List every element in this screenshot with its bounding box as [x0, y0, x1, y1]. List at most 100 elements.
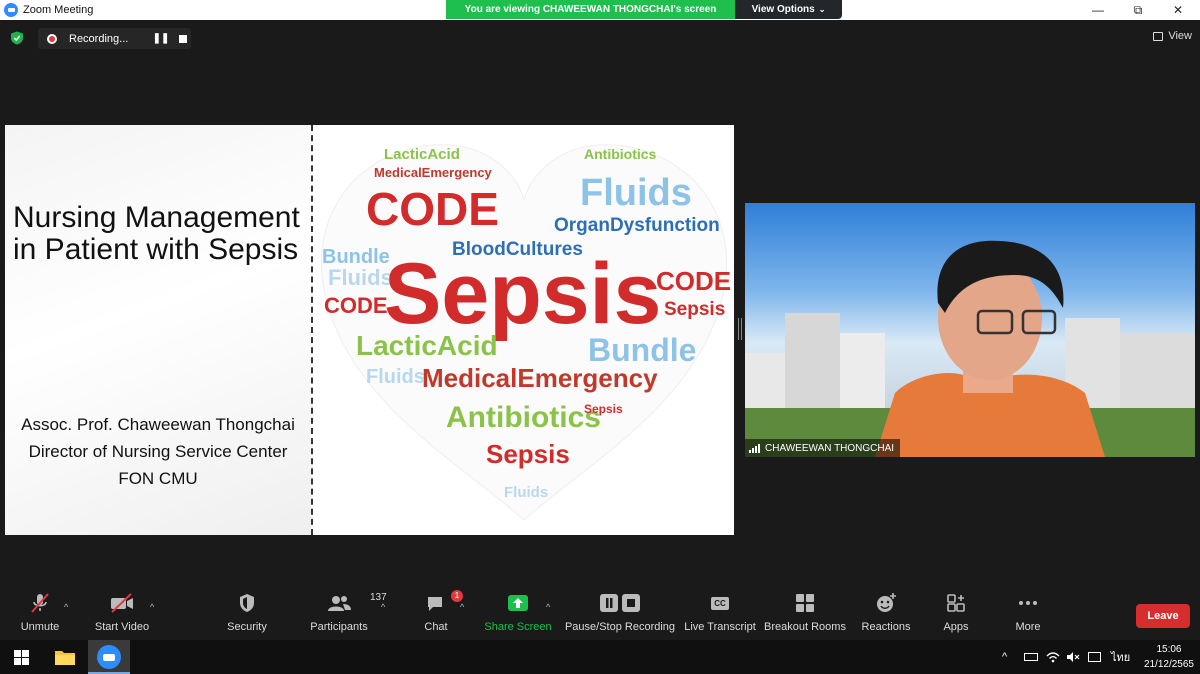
word-fluids-mid: Fluids — [366, 366, 425, 388]
minimize-icon: — — [1092, 3, 1104, 17]
chat-caret-icon[interactable]: ^ — [460, 602, 464, 612]
viewing-screen-label: You are viewing CHAWEEWAN THONGCHAI's sc… — [446, 0, 735, 19]
pause-recording-icon[interactable]: ❚❚ — [151, 33, 171, 44]
stop-recording-icon[interactable] — [179, 34, 187, 43]
speaker-name-tag: CHAWEEWAN THONGCHAI — [745, 439, 901, 457]
word-medical-small: MedicalEmergency — [374, 165, 493, 180]
speaker-video-frame — [745, 240, 1195, 457]
word-sepsis-right: Sepsis — [664, 299, 725, 320]
word-lactic-small: LacticAcid — [384, 146, 460, 163]
recording-indicator: Recording... ❚❚ — [38, 28, 191, 49]
panel-resize-handle[interactable] — [738, 318, 742, 340]
more-dots-icon — [1017, 590, 1039, 616]
chat-bubble-icon: 1 — [425, 590, 463, 616]
view-options-label: View Options — [751, 4, 815, 15]
apps-button[interactable]: Apps — [936, 590, 976, 638]
encryption-shield-icon[interactable] — [10, 31, 24, 45]
leave-button[interactable]: Leave — [1136, 604, 1190, 628]
battery-icon[interactable] — [1024, 640, 1038, 674]
microphone-muted-icon — [29, 590, 51, 616]
share-screen-icon — [507, 590, 529, 616]
reactions-button[interactable]: Reactions — [860, 590, 912, 638]
view-layout-icon — [1153, 31, 1164, 41]
zoom-taskbar-app[interactable] — [88, 640, 130, 674]
unmute-label: Unmute — [20, 621, 60, 633]
unmute-button[interactable]: Unmute — [18, 590, 62, 638]
word-sepsis-main: Sepsis — [384, 246, 661, 342]
share-caret-icon[interactable]: ^ — [546, 602, 550, 612]
volume-muted-icon[interactable] — [1066, 640, 1080, 674]
chevron-down-icon: ⌄ — [818, 5, 826, 14]
clock-time: 15:06 — [1156, 644, 1182, 655]
breakout-rooms-button[interactable]: Breakout Rooms — [764, 590, 846, 638]
participants-button[interactable]: 137 Participants — [308, 590, 387, 638]
view-button[interactable]: View — [1153, 30, 1192, 42]
pause-stop-icon — [598, 590, 642, 616]
zoom-app-icon — [97, 645, 121, 669]
speaker-name: CHAWEEWAN THONGCHAI — [765, 442, 895, 454]
reactions-smiley-icon — [875, 590, 897, 616]
author-institution: FON CMU — [118, 469, 198, 488]
view-button-label: View — [1168, 30, 1192, 42]
windows-start-icon[interactable] — [14, 650, 29, 665]
slide-divider — [311, 125, 313, 535]
word-sepsis-tiny: Sepsis — [584, 402, 623, 416]
breakout-rooms-icon — [794, 590, 816, 616]
share-screen-button[interactable]: Share Screen — [484, 590, 552, 638]
recording-dot-icon — [47, 33, 57, 44]
chat-button[interactable]: 1 Chat — [414, 590, 463, 638]
pause-stop-recording-button[interactable]: Pause/Stop Recording — [565, 590, 675, 638]
slide-title: Nursing Management in Patient with Sepsi… — [13, 201, 300, 266]
live-transcript-label: Live Transcript — [684, 621, 756, 633]
more-button[interactable]: More — [1006, 590, 1050, 638]
system-clock[interactable]: 15:06 21/12/2565 — [1144, 642, 1194, 672]
shared-screen: Nursing Management in Patient with Sepsi… — [5, 125, 734, 535]
word-code-right: CODE — [656, 266, 731, 296]
participants-caret-icon[interactable]: ^ — [381, 602, 385, 612]
restore-button[interactable]: ⧉ — [1116, 0, 1160, 20]
word-antibiotics-small: Antibiotics — [584, 146, 657, 162]
file-explorer-icon[interactable] — [54, 648, 76, 666]
input-language[interactable]: ไทย — [1111, 640, 1130, 674]
audio-options-caret-icon[interactable]: ^ — [64, 602, 68, 612]
recording-label: Recording... — [69, 32, 129, 45]
screen-share-banner: You are viewing CHAWEEWAN THONGCHAI's sc… — [446, 0, 842, 19]
wifi-icon[interactable] — [1046, 640, 1060, 674]
reactions-label: Reactions — [861, 621, 911, 633]
video-off-icon — [109, 590, 135, 616]
minimize-button[interactable]: — — [1076, 0, 1120, 20]
word-lactic-large: LacticAcid — [356, 330, 498, 361]
author-name: Assoc. Prof. Chaweewan Thongchai — [21, 415, 295, 434]
speaker-video[interactable]: CHAWEEWAN THONGCHAI — [745, 203, 1195, 457]
more-label: More — [1015, 621, 1041, 633]
word-medical-large: MedicalEmergency — [422, 363, 658, 393]
word-antibiotics-large: Antibiotics — [446, 401, 601, 434]
window-title: Zoom Meeting — [23, 4, 94, 16]
sepsis-heart-word-cloud: CODE Fluids Antibiotics LacticAcid Medic… — [320, 144, 731, 521]
author-position: Director of Nursing Service Center — [28, 442, 288, 461]
apps-icon — [945, 590, 967, 616]
signal-strength-icon — [749, 443, 760, 453]
chat-label: Chat — [424, 621, 448, 633]
word-fluids-large: Fluids — [580, 172, 692, 214]
clock-date: 21/12/2565 — [1143, 659, 1194, 670]
security-shield-icon — [237, 590, 257, 616]
participants-label: Participants — [310, 621, 368, 633]
windows-taskbar: ^ ไทย 15:06 21/12/2565 — [0, 640, 1200, 674]
participants-icon: 137 — [326, 590, 387, 616]
tray-show-hidden-icon[interactable]: ^ — [1002, 640, 1007, 674]
word-code-large: CODE — [366, 183, 499, 235]
view-options-button[interactable]: View Options ⌄ — [735, 0, 842, 19]
breakout-rooms-label: Breakout Rooms — [764, 621, 846, 633]
video-options-caret-icon[interactable]: ^ — [150, 602, 154, 612]
close-button[interactable]: ✕ — [1156, 0, 1200, 20]
security-button[interactable]: Security — [222, 590, 272, 638]
chat-unread-badge: 1 — [451, 590, 463, 602]
live-transcript-button[interactable]: CC Live Transcript — [684, 590, 756, 638]
start-video-button[interactable]: Start Video — [92, 590, 152, 638]
slide-author: Assoc. Prof. Chaweewan Thongchai Directo… — [5, 411, 311, 492]
word-code-left: CODE — [324, 293, 388, 318]
notification-icon[interactable] — [1088, 640, 1101, 674]
slide-title-panel: Nursing Management in Patient with Sepsi… — [5, 125, 311, 535]
restore-icon: ⧉ — [1133, 2, 1143, 17]
